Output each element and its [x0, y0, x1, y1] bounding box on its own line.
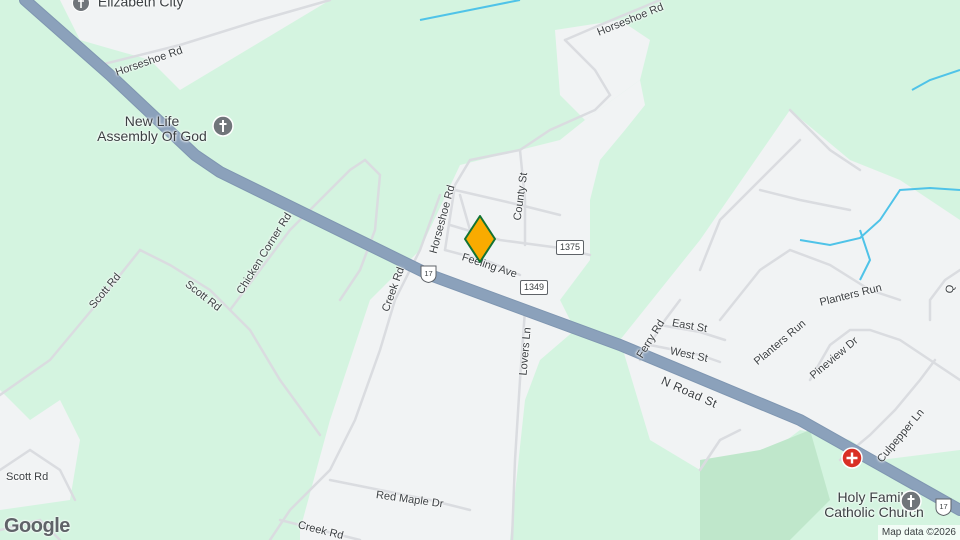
us-route-shield-17: 17	[420, 265, 437, 284]
road-label-scott-rd: Scott Rd	[6, 471, 49, 483]
map-attribution[interactable]: Map data ©2026	[877, 525, 960, 540]
us-route-shield-number: 17	[939, 502, 947, 511]
poi-elizabeth-city[interactable]: Elizabeth City	[72, 0, 183, 12]
google-logo[interactable]: Google	[4, 515, 70, 538]
church-icon	[72, 0, 90, 12]
place-label-elizabeth-city: Elizabeth City	[97, 0, 184, 10]
road-label-partial: Q	[943, 283, 957, 295]
church-icon[interactable]	[900, 490, 922, 517]
map-canvas[interactable]: Elizabeth City New Life Assembly Of God …	[0, 0, 960, 540]
place-label-new-life-church[interactable]: New Life Assembly Of God	[96, 114, 208, 144]
us-route-shield-17: 17	[935, 498, 952, 517]
hospital-icon[interactable]	[841, 447, 863, 474]
church-icon[interactable]	[212, 115, 234, 142]
route-shield-1375: 1375	[556, 240, 585, 255]
route-shield-1349: 1349	[520, 280, 549, 295]
us-route-shield-number: 17	[424, 269, 432, 278]
location-pin-icon[interactable]	[463, 214, 497, 271]
